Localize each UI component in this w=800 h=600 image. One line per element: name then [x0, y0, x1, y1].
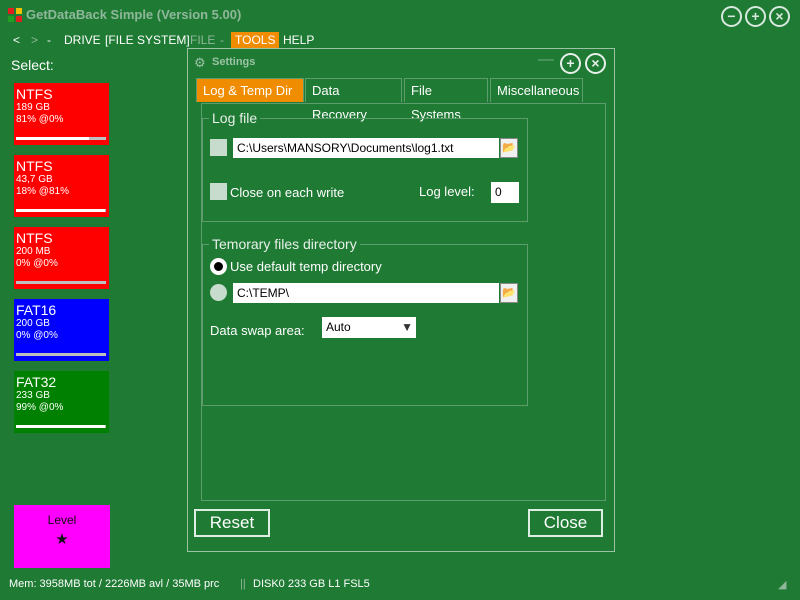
minimize-button[interactable]: − — [721, 6, 742, 27]
partition-tile[interactable]: FAT32 233 GB 99% @0% — [14, 371, 109, 433]
title-bar: GetDataBack Simple (Version 5.00) − + × — [0, 0, 800, 30]
gear-icon: ⚙ — [194, 55, 206, 70]
menu-separator: - — [47, 33, 51, 47]
menu-separator: - — [220, 33, 224, 47]
forward-button[interactable]: > — [27, 32, 42, 48]
partition-fs: NTFS — [16, 230, 53, 246]
partition-progress-fill — [16, 425, 106, 428]
maximize-button[interactable]: + — [745, 6, 766, 27]
close-each-write-checkbox[interactable] — [210, 183, 227, 200]
partition-progress-fill — [16, 137, 89, 140]
default-temp-label: Use default temp directory — [230, 259, 382, 274]
close-each-write-label: Close on each write — [230, 185, 345, 200]
menu-help[interactable]: HELP — [279, 32, 318, 48]
partition-progress-fill — [16, 209, 106, 212]
star-icon: ★ — [55, 531, 69, 548]
swap-area-label: Data swap area: — [210, 323, 305, 338]
tab-panel: Log file C:\Users\MANSORY\Documents\log1… — [201, 103, 606, 501]
select-label: Select: — [11, 57, 54, 73]
partition-fs: NTFS — [16, 158, 53, 174]
partition-tile[interactable]: NTFS 189 GB 81% @0% — [14, 83, 109, 145]
level-tile[interactable]: Level ★ — [14, 505, 110, 568]
dialog-close-button[interactable]: × — [585, 53, 606, 74]
default-temp-radio[interactable] — [210, 258, 227, 275]
partition-info: 0% @0% — [16, 330, 58, 341]
partition-size: 189 GB — [16, 102, 50, 113]
dialog-title: Settings — [212, 56, 256, 68]
app-logo-icon — [8, 8, 22, 22]
log-enable-checkbox[interactable] — [210, 139, 227, 156]
settings-dialog: ⚙ Settings — + × Log & Temp Dir Data Rec… — [187, 48, 615, 552]
partition-fs: FAT16 — [16, 302, 57, 318]
tab-miscellaneous[interactable]: Miscellaneous — [490, 78, 583, 102]
log-path-field[interactable]: C:\Users\MANSORY\Documents\log1.txt — [233, 138, 499, 158]
partition-info: 0% @0% — [16, 258, 58, 269]
partition-progress — [16, 353, 106, 356]
log-level-label: Log level: — [419, 184, 475, 199]
dialog-close-action-button[interactable]: Close — [528, 509, 603, 537]
temp-path-field[interactable]: C:\TEMP\ — [233, 283, 499, 303]
partition-size: 200 MB — [16, 246, 51, 257]
tab-data-recovery[interactable]: Data Recovery — [305, 78, 402, 122]
disk-status: DISK0 233 GB L1 FSL5 — [253, 578, 370, 590]
custom-temp-radio[interactable] — [210, 284, 227, 301]
status-bar: Mem: 3958MB tot / 2226MB avl / 35MB prc … — [0, 574, 800, 594]
partition-progress — [16, 425, 106, 428]
dialog-minimize-button[interactable]: — — [538, 51, 554, 69]
partition-size: 200 GB — [16, 318, 50, 329]
reset-button[interactable]: Reset — [194, 509, 270, 537]
menu-file[interactable]: FILE — [186, 32, 219, 48]
close-button[interactable]: × — [769, 6, 790, 27]
partition-fs: NTFS — [16, 86, 53, 102]
log-file-group: Log file — [202, 110, 528, 222]
swap-area-select[interactable]: Auto ▼ — [322, 317, 416, 338]
reset-label: Reset — [209, 513, 255, 532]
partition-tile[interactable]: NTFS 200 MB 0% @0% — [14, 227, 109, 289]
back-button[interactable]: < — [9, 32, 24, 48]
partition-size: 43,7 GB — [16, 174, 53, 185]
folder-open-icon[interactable]: 📂 — [500, 138, 518, 158]
chevron-down-icon: ▼ — [401, 320, 413, 334]
partition-info: 99% @0% — [16, 402, 64, 413]
status-separator: || — [240, 578, 246, 590]
partition-progress — [16, 281, 106, 284]
menu-file-system[interactable]: [FILE SYSTEM] — [101, 32, 194, 48]
menu-tools[interactable]: TOOLS — [231, 32, 280, 48]
memory-status: Mem: 3958MB tot / 2226MB avl / 35MB prc — [9, 578, 220, 590]
swap-area-value: Auto — [326, 320, 351, 334]
menu-drive[interactable]: DRIVE — [60, 32, 105, 48]
temp-dir-legend: Temorary files directory — [212, 236, 357, 252]
partition-fs: FAT32 — [16, 374, 57, 390]
partition-progress — [16, 209, 106, 212]
partition-progress — [16, 137, 106, 140]
log-file-legend: Log file — [212, 110, 258, 126]
close-label: Close — [543, 513, 588, 532]
tab-file-systems[interactable]: File Systems — [404, 78, 488, 122]
resize-grip-icon[interactable]: ◢ — [778, 578, 786, 591]
log-level-input[interactable]: 0 — [491, 182, 519, 203]
folder-open-icon[interactable]: 📂 — [500, 283, 518, 303]
partition-info: 81% @0% — [16, 114, 64, 125]
partition-info: 18% @81% — [16, 186, 69, 197]
app-title: GetDataBack Simple (Version 5.00) — [26, 7, 242, 22]
level-label: Level — [47, 513, 77, 527]
dialog-maximize-button[interactable]: + — [560, 53, 581, 74]
partition-tile[interactable]: NTFS 43,7 GB 18% @81% — [14, 155, 109, 217]
partition-size: 233 GB — [16, 390, 50, 401]
partition-tile[interactable]: FAT16 200 GB 0% @0% — [14, 299, 109, 361]
tab-log-temp-dir[interactable]: Log & Temp Dir — [196, 78, 304, 102]
